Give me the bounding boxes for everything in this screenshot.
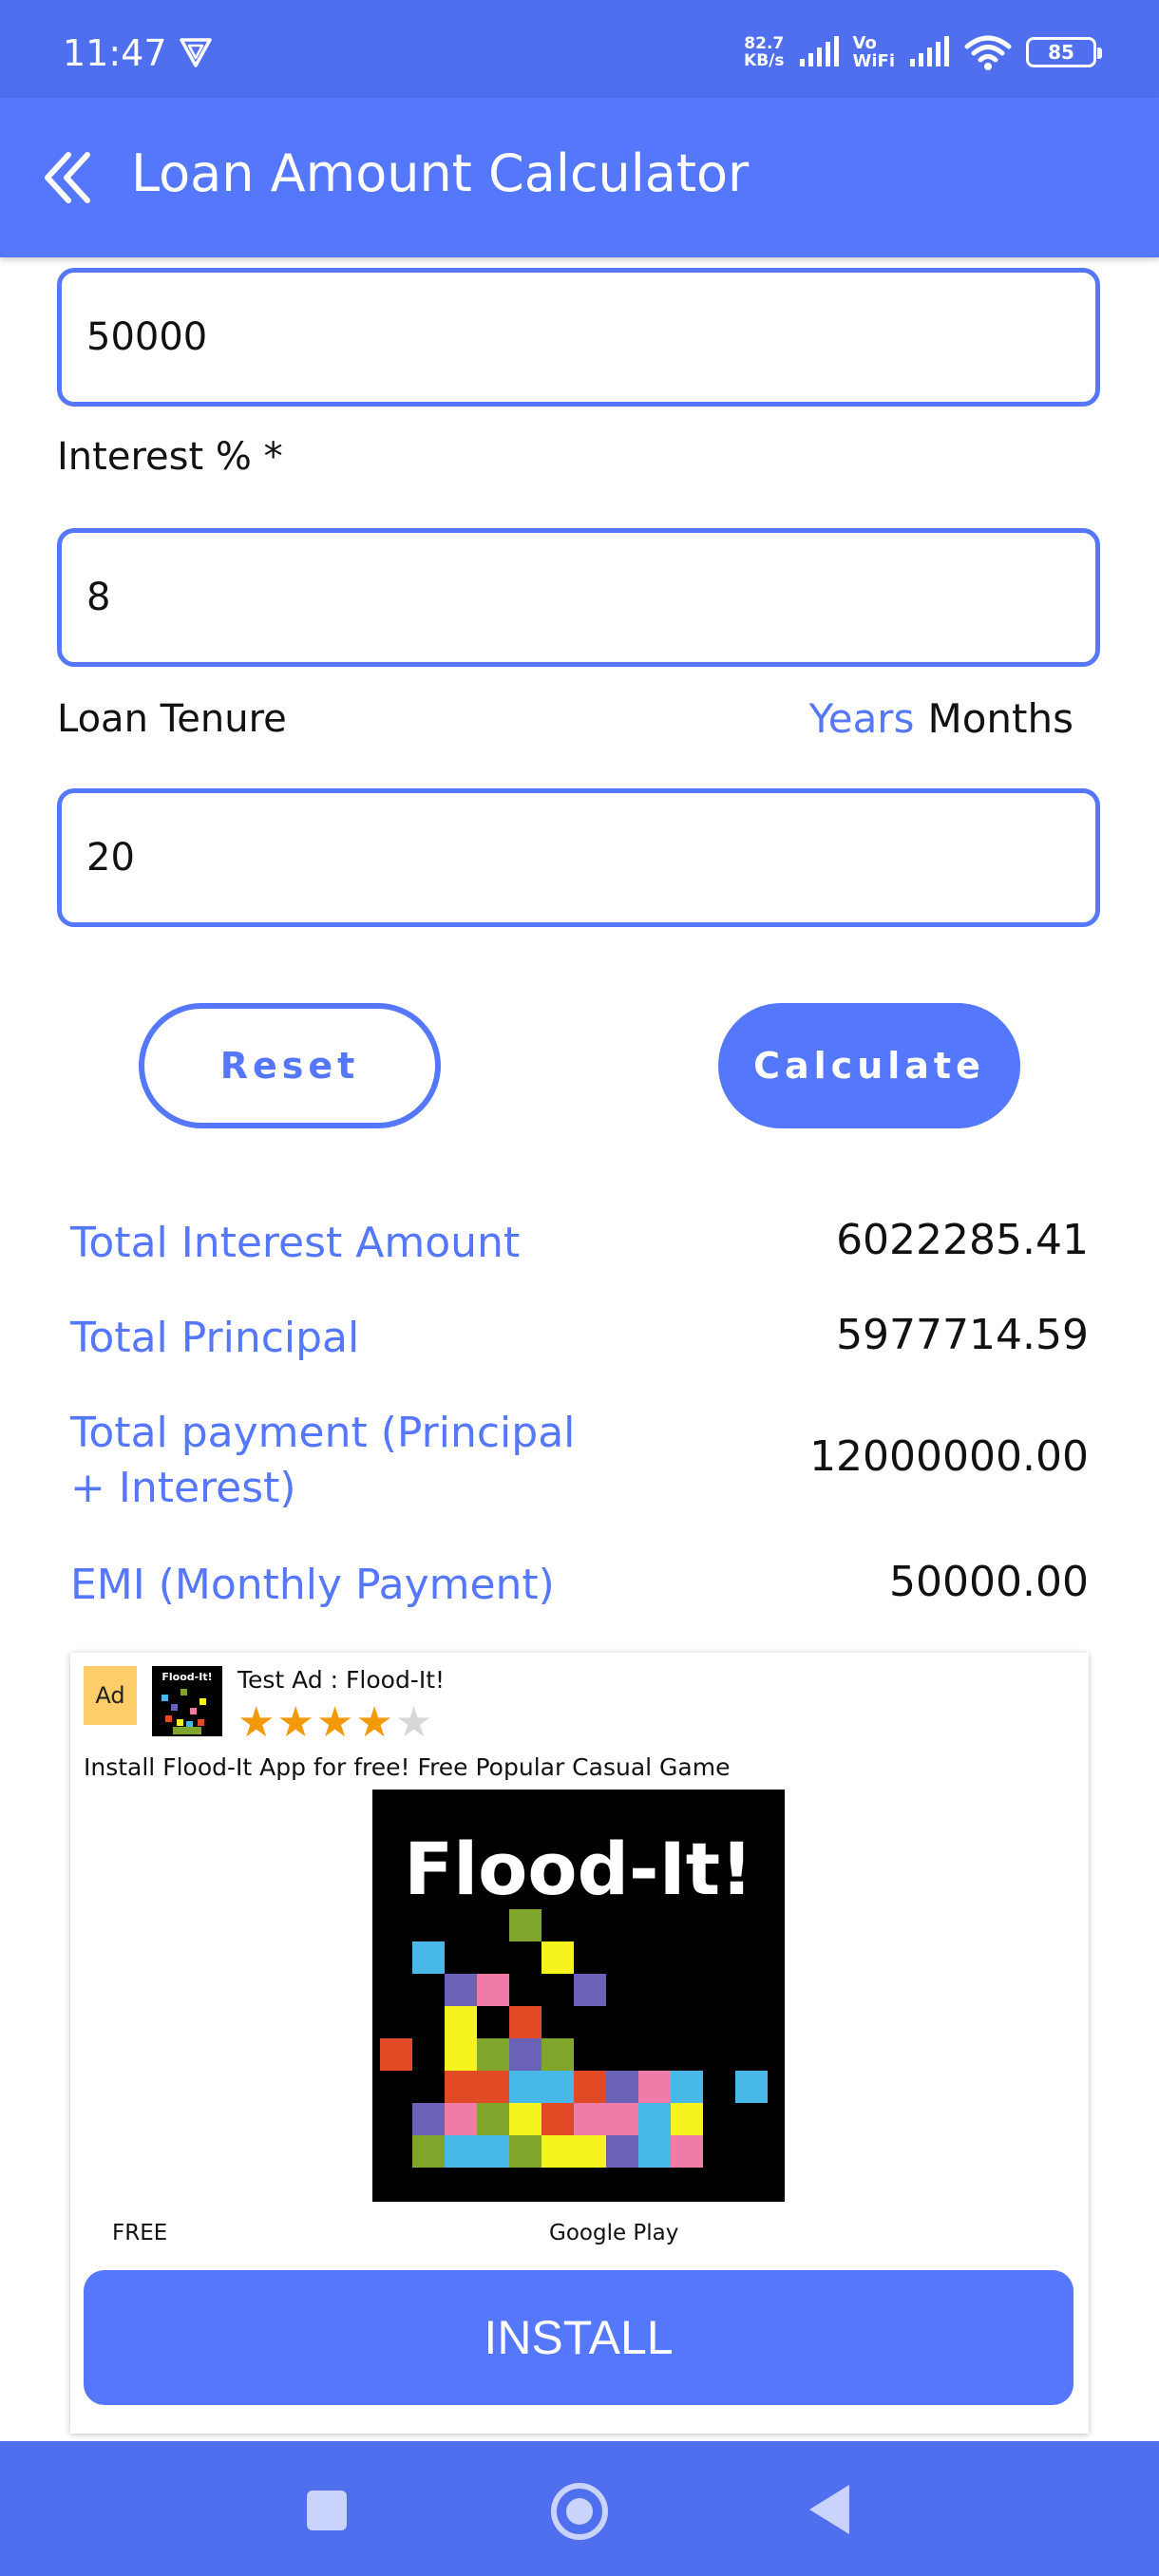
result-value-interest: 6022285.41: [836, 1216, 1089, 1264]
network-speed: 82.7 KB/s: [744, 34, 785, 70]
flood-cell: [380, 2038, 412, 2071]
result-value-total-payment: 12000000.00: [809, 1432, 1089, 1481]
back-nav-button[interactable]: [809, 2485, 849, 2534]
tenure-unit-toggle: Years Months: [809, 695, 1074, 742]
page-title: Loan Amount Calculator: [131, 143, 750, 203]
wifi-icon: [964, 35, 1012, 70]
vpn-icon: [180, 38, 212, 67]
flood-cell: [509, 2103, 542, 2135]
flood-cell: [445, 1974, 477, 2006]
flood-cell: [638, 2071, 671, 2103]
flood-cell: [671, 2135, 703, 2168]
star-icon: ★: [355, 1698, 395, 1747]
battery-icon: 85: [1026, 37, 1102, 67]
result-label-interest: Total Interest Amount: [70, 1219, 521, 1267]
flood-cell: [606, 2071, 638, 2103]
flood-cell: [671, 2071, 703, 2103]
tenure-months-option[interactable]: Months: [927, 695, 1074, 742]
ad-rating: ★★★★★: [238, 1702, 434, 1744]
flood-cell: [445, 2038, 477, 2071]
ad-store: Google Play: [549, 2221, 679, 2245]
status-icons: 82.7 KB/s Vo WiFi 85: [744, 28, 1102, 76]
loan-amount-input[interactable]: [62, 273, 1095, 402]
flood-cell: [638, 2135, 671, 2168]
flood-cell: [509, 2071, 542, 2103]
double-chevron-left-icon: [45, 152, 90, 203]
flood-cell: [574, 2071, 606, 2103]
interest-label: Interest % *: [57, 435, 283, 479]
flood-cell: [477, 2038, 509, 2071]
flood-cell: [671, 2103, 703, 2135]
flood-cell: [509, 2006, 542, 2038]
recent-apps-button[interactable]: [307, 2491, 347, 2530]
reset-button[interactable]: Reset: [139, 1003, 441, 1128]
interest-field[interactable]: [57, 528, 1100, 667]
status-time: 11:47: [63, 32, 167, 74]
result-label-principal: Total Principal: [70, 1314, 360, 1362]
flood-cell: [509, 1909, 542, 1941]
flood-cell: [574, 2135, 606, 2168]
flood-cell: [412, 1941, 445, 1974]
flood-cell: [445, 2135, 477, 2168]
flood-cell: [542, 2103, 574, 2135]
flood-cell: [574, 2103, 606, 2135]
star-empty-icon: ★: [394, 1698, 435, 1747]
signal-icon: [799, 36, 839, 66]
flood-cell: [509, 2135, 542, 2168]
home-button[interactable]: [551, 2483, 608, 2540]
ad-title: Test Ad : Flood-It!: [238, 1666, 446, 1694]
install-button[interactable]: INSTALL: [84, 2270, 1074, 2405]
star-icon: ★: [315, 1698, 356, 1747]
flood-cell: [542, 1941, 574, 1974]
result-label-emi: EMI (Monthly Payment): [70, 1561, 555, 1609]
flood-cell: [638, 2103, 671, 2135]
flood-cell: [606, 2103, 638, 2135]
ad-image[interactable]: Flood-It!: [372, 1790, 785, 2202]
flood-cell: [542, 2071, 574, 2103]
ad-card[interactable]: Ad Flood-It! Test Ad : Flood-It! ★★★★★ I…: [70, 1653, 1089, 2434]
flood-cell: [477, 2103, 509, 2135]
flood-cell: [509, 2038, 542, 2071]
tenure-input[interactable]: [62, 793, 1095, 922]
signal-icon-2: [910, 36, 949, 66]
flood-cell: [477, 1974, 509, 2006]
flood-cell: [606, 2135, 638, 2168]
flood-cell: [477, 2071, 509, 2103]
flood-cell: [412, 2135, 445, 2168]
flood-cell: [574, 1974, 606, 2006]
flood-cell: [445, 2071, 477, 2103]
tenure-label: Loan Tenure: [57, 697, 287, 741]
calculate-button[interactable]: Calculate: [718, 1003, 1020, 1128]
flood-cell: [735, 2071, 768, 2103]
system-nav-bar: [0, 2441, 1159, 2576]
star-icon: ★: [276, 1698, 316, 1747]
interest-input[interactable]: [62, 533, 1095, 662]
flood-cell: [445, 2006, 477, 2038]
app-bar: Loan Amount Calculator: [0, 98, 1159, 257]
ad-price: FREE: [112, 2221, 168, 2245]
flood-cell: [542, 2038, 574, 2071]
ad-icon-text: Flood-It!: [162, 1671, 212, 1683]
result-value-emi: 50000.00: [889, 1558, 1089, 1606]
result-label-total-payment: Total payment (Principal + Interest): [70, 1409, 576, 1512]
loan-amount-field[interactable]: [57, 268, 1100, 407]
tenure-field[interactable]: [57, 788, 1100, 927]
ad-app-icon: Flood-It!: [152, 1666, 222, 1736]
ad-image-title: Flood-It!: [404, 1827, 753, 1911]
tenure-years-option[interactable]: Years: [809, 695, 915, 742]
ad-badge: Ad: [84, 1666, 137, 1725]
flood-cell: [477, 2135, 509, 2168]
flood-cell: [412, 2103, 445, 2135]
vowifi-indicator: Vo WiFi: [852, 33, 896, 71]
result-value-principal: 5977714.59: [836, 1311, 1089, 1359]
flood-cell: [445, 2103, 477, 2135]
status-bar: 11:47 82.7 KB/s Vo WiFi 85: [0, 0, 1159, 98]
back-button[interactable]: [36, 140, 101, 216]
ad-description: Install Flood-It App for free! Free Popu…: [84, 1753, 731, 1781]
star-icon: ★: [238, 1698, 277, 1747]
flood-cell: [542, 2135, 574, 2168]
